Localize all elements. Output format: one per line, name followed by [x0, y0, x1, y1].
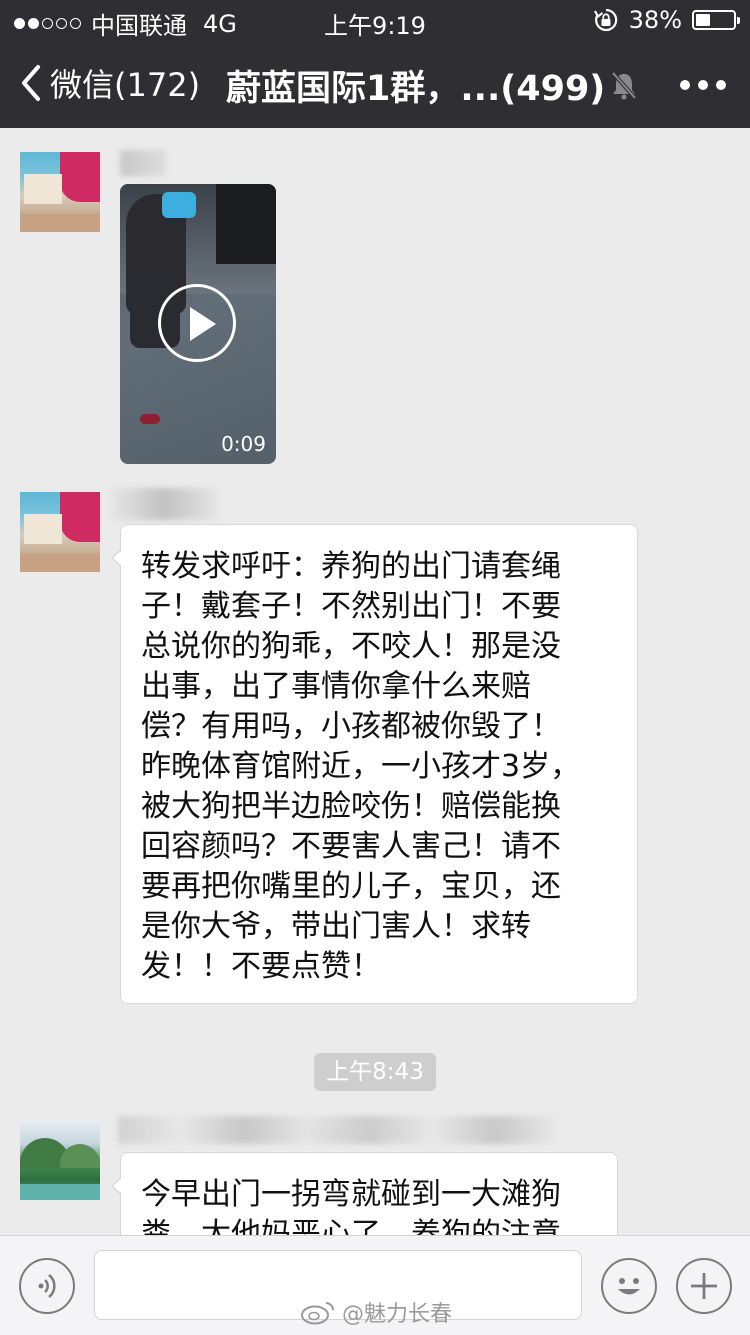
- plus-icon: [691, 1273, 717, 1299]
- sender-name: [120, 150, 166, 176]
- avatar[interactable]: [20, 152, 100, 232]
- message-line: 被大狗把半边脸咬伤！赔偿能换: [141, 789, 561, 824]
- battery-percent: 38%: [628, 6, 682, 34]
- chat-header: 微信(172) 蔚蓝国际1群，...(499): [0, 40, 750, 128]
- message-line: 发！！不要点赞！: [141, 949, 381, 984]
- more-button[interactable]: [680, 80, 726, 90]
- voice-icon: [38, 1274, 56, 1298]
- message-line: 昨晚体育馆附近，一小孩才3岁，: [141, 749, 581, 784]
- voice-button[interactable]: [19, 1258, 75, 1314]
- more-icon: [680, 80, 690, 90]
- message-line: 出事，出了事情你拿什么来赔: [141, 669, 531, 704]
- battery-icon: [692, 10, 740, 30]
- watermark: @魅力长春: [300, 1296, 452, 1328]
- message-line: 回容颜吗？不要害人害己！请不: [141, 829, 561, 864]
- play-icon: [158, 284, 236, 362]
- message-line: 是你大爷，带出门害人！求转: [141, 909, 531, 944]
- video-message[interactable]: 0:09: [120, 184, 276, 464]
- avatar[interactable]: [20, 492, 100, 572]
- sender-name: [118, 1116, 558, 1144]
- watermark-text: @魅力长春: [342, 1302, 453, 1327]
- message-line: 子！戴套子！不然别出门！不要: [141, 589, 561, 624]
- sender-name: [110, 488, 220, 520]
- message-line: 今早出门一拐弯就碰到一大滩狗: [141, 1177, 561, 1212]
- back-button[interactable]: 微信(172): [18, 60, 200, 106]
- mute-bell-icon: [611, 71, 637, 100]
- plus-button[interactable]: [676, 1258, 732, 1314]
- chevron-left-icon: [22, 65, 40, 101]
- back-label: 微信(172): [50, 66, 201, 104]
- text-message[interactable]: 转发求呼吁：养狗的出门请套绳 子！戴套子！不然别出门！不要 总说你的狗乖，不咬人…: [111, 524, 638, 1004]
- chat-title: 蔚蓝国际1群，...(499): [226, 69, 606, 109]
- weibo-logo-icon: [301, 1302, 334, 1325]
- status-right: 38%: [593, 6, 740, 34]
- time-divider: 上午8:43: [314, 1053, 436, 1091]
- message-line: 偿？有用吗，小孩都被你毁了！: [141, 709, 561, 744]
- message-line: 转发求呼吁：养狗的出门请套绳: [141, 549, 561, 584]
- status-bar: 中国联通 4G 上午9:19 38%: [0, 0, 750, 40]
- rotation-lock-icon: [593, 8, 617, 32]
- video-duration: 0:09: [221, 432, 266, 456]
- emoji-icon: [618, 1278, 640, 1295]
- emoji-button[interactable]: [601, 1258, 657, 1314]
- message-line: 要再把你嘴里的儿子，宝贝，还: [141, 869, 561, 904]
- message-line: 总说你的狗乖，不咬人！那是没: [141, 629, 561, 664]
- avatar[interactable]: [20, 1120, 100, 1200]
